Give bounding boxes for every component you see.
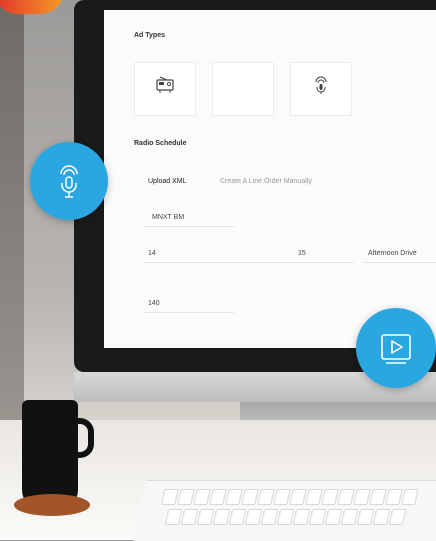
keyboard-key — [212, 509, 231, 525]
keyboard-key — [177, 489, 195, 505]
keyboard-key — [340, 509, 359, 525]
keyboard-key — [289, 489, 307, 505]
keyboard-key — [292, 509, 311, 525]
keyboard-key — [321, 489, 339, 505]
keyboard-key — [225, 489, 243, 505]
keyboard-key — [241, 489, 259, 505]
spots-field[interactable]: 15 — [298, 250, 306, 257]
keyboard-key — [388, 509, 407, 525]
video-play-button[interactable] — [356, 308, 436, 388]
keyboard-key — [260, 509, 279, 525]
spots-underline — [294, 262, 354, 263]
keyboard-key — [337, 489, 355, 505]
keyboard-key — [180, 509, 199, 525]
keyboard-key — [369, 489, 387, 505]
keyboard-key — [228, 509, 247, 525]
station-field[interactable]: MNXT BM — [152, 214, 184, 221]
podcast-mic-icon — [60, 165, 78, 198]
podcast-mic-button[interactable] — [30, 142, 108, 220]
keyboard-key — [209, 489, 227, 505]
keyboard-key — [164, 509, 183, 525]
ad-type-card-radio[interactable] — [134, 62, 196, 116]
keyboard-key — [372, 509, 391, 525]
keyboard-key — [257, 489, 275, 505]
tab-create-line-order[interactable]: Create A Line Order Manually — [220, 178, 312, 185]
podcast-icon — [315, 76, 327, 94]
keyboard-key — [324, 509, 343, 525]
keyboard-key — [244, 509, 263, 525]
keyboard-key — [356, 509, 375, 525]
corner-ribbon — [0, 0, 64, 14]
radio-schedule-heading: Radio Schedule — [134, 140, 187, 147]
app-screen: Ad Types Radio Schedule Upload XML Creat… — [104, 10, 436, 348]
keyboard — [133, 480, 436, 541]
keyboard-key — [276, 509, 295, 525]
keyboard-key — [196, 509, 215, 525]
daypart-field[interactable]: Afternoon Drive — [368, 250, 417, 257]
keyboard-key — [273, 489, 291, 505]
keyboard-key — [385, 489, 403, 505]
keyboard-key — [308, 509, 327, 525]
video-play-icon — [381, 334, 411, 364]
keyboard-key — [193, 489, 211, 505]
ad-type-card-2[interactable] — [212, 62, 274, 116]
budget-field[interactable]: 140 — [148, 300, 160, 307]
ad-type-card-podcast[interactable] — [290, 62, 352, 116]
wooden-coaster — [14, 494, 90, 516]
week-field[interactable]: 14 — [148, 250, 156, 257]
daypart-underline — [364, 262, 436, 263]
keyboard-key — [401, 489, 419, 505]
tab-upload-xml[interactable]: Upload XML — [148, 178, 187, 185]
station-underline — [144, 226, 234, 227]
keyboard-key — [305, 489, 323, 505]
ad-types-heading: Ad Types — [134, 32, 165, 39]
week-underline — [144, 262, 294, 263]
keyboard-key — [161, 489, 179, 505]
mug-handle — [72, 418, 94, 458]
radio-icon — [156, 76, 174, 93]
keyboard-key — [353, 489, 371, 505]
budget-underline — [144, 312, 234, 313]
